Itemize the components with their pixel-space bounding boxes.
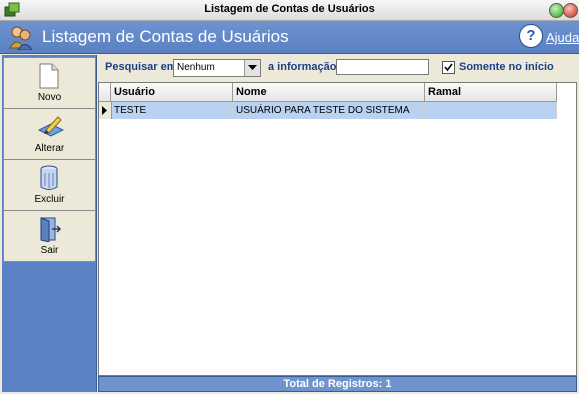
- page-title: Listagem de Contas de Usuários: [42, 27, 289, 46]
- help-label: Ajuda: [546, 30, 579, 45]
- only-start-checkbox[interactable]: [442, 61, 455, 74]
- indicator-header: [99, 83, 111, 101]
- title-bar: Listagem de Contas de Usuários: [0, 0, 579, 21]
- table-header: Usuário Nome Ramal: [99, 83, 557, 102]
- search-in-select[interactable]: Nenhum: [173, 59, 261, 77]
- close-button[interactable]: [563, 3, 578, 18]
- delete-button-label: Excluir: [34, 194, 65, 205]
- cell-ramal: [425, 102, 557, 119]
- search-in-value: Nenhum: [177, 62, 215, 73]
- users-icon: [9, 26, 33, 50]
- column-header-usuario[interactable]: Usuário: [111, 83, 233, 101]
- help-button[interactable]: ? Ajuda: [519, 24, 579, 50]
- filter-bar: Pesquisar em Nenhum a informação Somente…: [98, 55, 577, 82]
- column-header-nome[interactable]: Nome: [233, 83, 425, 101]
- exit-door-icon: [40, 217, 62, 242]
- column-header-ramal[interactable]: Ramal: [425, 83, 557, 101]
- table-row[interactable]: TESTE USUÁRIO PARA TESTE DO SISTEMA: [99, 102, 557, 119]
- exit-button-label: Sair: [40, 245, 59, 256]
- trash-icon: [40, 165, 58, 190]
- cell-nome: USUÁRIO PARA TESTE DO SISTEMA: [233, 102, 425, 119]
- new-document-icon: [39, 63, 59, 89]
- total-records: Total de Registros: 1: [283, 378, 392, 390]
- sidebar: Novo Alterar Excluir Sair: [2, 55, 97, 392]
- info-label: a informação: [268, 61, 337, 73]
- users-table: Usuário Nome Ramal TESTE USUÁRIO PARA TE…: [98, 82, 577, 376]
- search-in-label: Pesquisar em: [105, 61, 177, 73]
- edit-button[interactable]: Alterar: [3, 108, 96, 160]
- edit-icon: [38, 116, 64, 137]
- new-button[interactable]: Novo: [3, 57, 96, 109]
- row-pointer-icon: [102, 106, 107, 115]
- minimize-button[interactable]: [549, 3, 564, 18]
- delete-button[interactable]: Excluir: [3, 159, 96, 211]
- new-button-label: Novo: [37, 92, 62, 103]
- edit-button-label: Alterar: [34, 143, 65, 154]
- status-bar: Total de Registros: 1: [98, 376, 577, 392]
- cell-usuario: TESTE: [111, 102, 233, 119]
- window-title: Listagem de Contas de Usuários: [204, 3, 375, 15]
- exit-button[interactable]: Sair: [3, 210, 96, 262]
- help-icon: ?: [519, 24, 543, 48]
- chevron-down-icon[interactable]: [244, 60, 260, 76]
- page-header: Listagem de Contas de Usuários ? Ajuda: [0, 21, 579, 54]
- check-icon: [444, 63, 453, 72]
- info-input[interactable]: [336, 59, 429, 75]
- only-start-label: Somente no início: [459, 61, 554, 73]
